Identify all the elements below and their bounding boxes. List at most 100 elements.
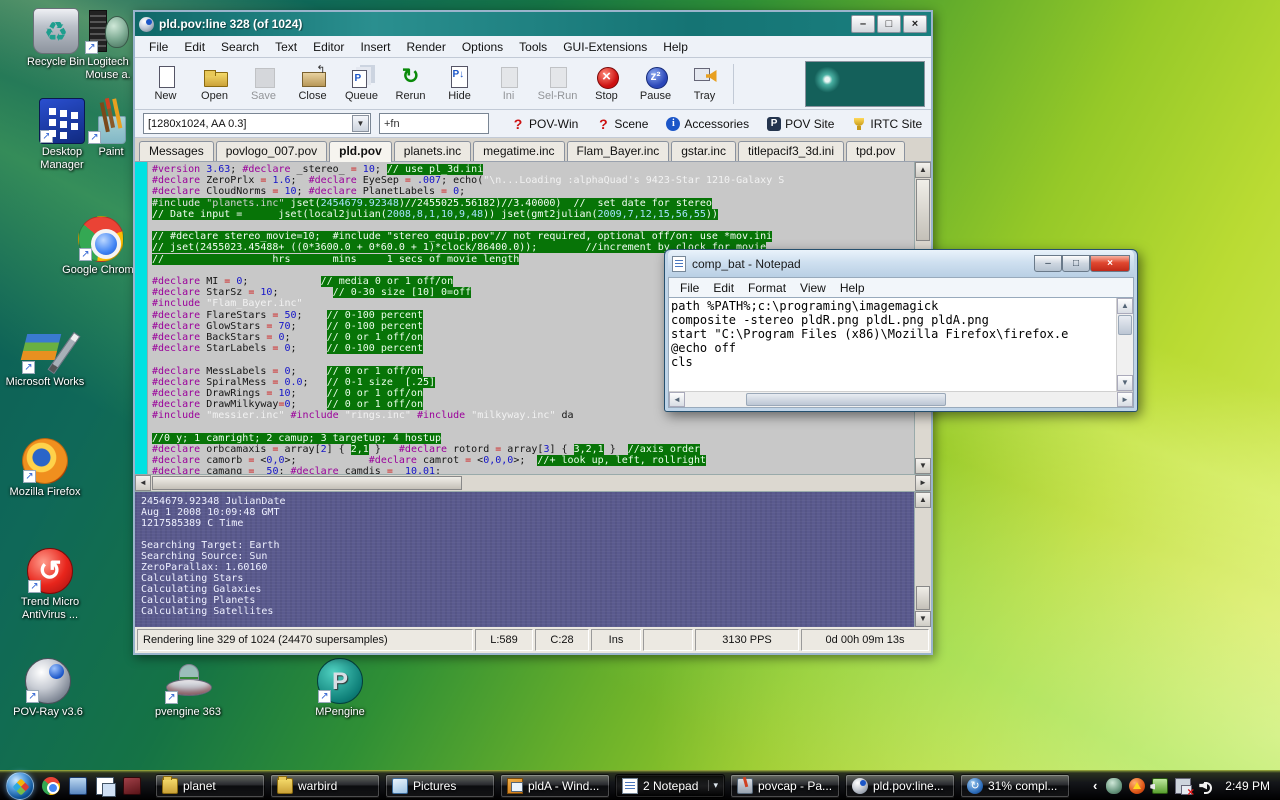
scroll-up-icon[interactable]: ▲ [915,162,931,178]
desktop-icon-trendmicro[interactable]: ↗Trend Micro AntiVirus ... [0,548,100,622]
link-scene[interactable]: Scene [596,117,648,131]
messages-vertical-scrollbar[interactable]: ▲ ▼ [914,492,931,627]
toolbar-tray-button[interactable]: Tray [680,61,729,107]
tray-mouse-icon[interactable] [1106,778,1122,794]
notepad-vscroll-thumb[interactable] [1118,315,1132,335]
taskbar-button-pictures[interactable]: Pictures [385,774,495,798]
editor-vscroll-thumb[interactable] [916,179,930,241]
scroll-up-icon[interactable]: ▲ [1117,298,1133,314]
desktop-icon-msworks[interactable]: ↗Microsoft Works [0,328,90,389]
toolbar-new-button[interactable]: New [141,61,190,107]
taskbar-button-plda-wind-[interactable]: pldA - Wind... [500,774,610,798]
scroll-left-icon[interactable]: ◄ [669,392,685,407]
tray-clock[interactable]: 2:49 PM [1221,779,1270,793]
desktop-icon-pvengine[interactable]: ↗pvengine 363 [140,658,236,719]
tray-alert-icon[interactable] [1129,778,1145,794]
notepad-menu-help[interactable]: Help [833,280,872,296]
notepad-vertical-scrollbar[interactable]: ▲ ▼ [1116,298,1133,391]
taskbar-button-2-notepad[interactable]: 2 Notepad▾ [615,774,725,798]
toolbar-rerun-button[interactable]: Rerun [386,61,435,107]
messages-vscroll-thumb[interactable] [916,586,930,610]
tray-power-icon[interactable] [1152,778,1168,794]
menu-tools[interactable]: Tools [511,38,555,56]
tab-planets-inc[interactable]: planets.inc [394,141,471,161]
quicklaunch-switch-windows-icon[interactable] [96,777,114,795]
povray-titlebar[interactable]: pld.pov:line 328 (of 1024) –□× [135,12,931,36]
taskbar: planetwarbirdPicturespldA - Wind...2 Not… [0,770,1280,800]
notepad-titlebar[interactable]: comp_bat - Notepad –□× [668,250,1134,277]
desktop-icon-mpengine[interactable]: ↗MPengine [292,658,388,719]
taskbar-button-povcap-pa-[interactable]: povcap - Pa... [730,774,840,798]
link-pov-win[interactable]: POV-Win [511,117,578,131]
toolbar-stop-button[interactable]: Stop [582,61,631,107]
notepad-menu-edit[interactable]: Edit [706,280,741,296]
link-accessories[interactable]: Accessories [666,117,749,131]
scroll-up-icon[interactable]: ▲ [915,492,931,508]
menu-render[interactable]: Render [398,38,453,56]
tab-flam_bayer-inc[interactable]: Flam_Bayer.inc [567,141,670,161]
chevron-down-icon[interactable]: ▾ [708,780,718,791]
scroll-right-icon[interactable]: ► [915,475,931,491]
toolbar-pause-button[interactable]: Pause [631,61,680,107]
desktop: Recycle Bin↗Logitech Mouse a.↗Desktop Ma… [0,0,1280,800]
minimize-button[interactable]: – [1034,255,1062,272]
tab-gstar-inc[interactable]: gstar.inc [671,141,736,161]
menu-gui-extensions[interactable]: GUI-Extensions [555,38,655,56]
menu-edit[interactable]: Edit [176,38,213,56]
scroll-down-icon[interactable]: ▼ [1117,375,1133,391]
close-button[interactable]: × [903,15,927,33]
toolbar-open-button[interactable]: Open [190,61,239,107]
notepad-menu-view[interactable]: View [793,280,833,296]
desktop-icon-povray[interactable]: ↗POV-Ray v3.6 [0,658,96,719]
command-line-input[interactable] [379,113,489,134]
menu-help[interactable]: Help [655,38,696,56]
toolbar-close-button[interactable]: Close [288,61,337,107]
notepad-menu-file[interactable]: File [673,280,706,296]
taskbar-button-planet[interactable]: planet [155,774,265,798]
taskbar-button-warbird[interactable]: warbird [270,774,380,798]
toolbar-queue-button[interactable]: Queue [337,61,386,107]
notepad-hscroll-thumb[interactable] [746,393,946,406]
desktop-icon-firefox[interactable]: ↗Mozilla Firefox [0,438,90,499]
tab-pld-pov[interactable]: pld.pov [329,141,392,162]
link-pov-site[interactable]: POV Site [767,117,834,131]
tab-titlepacif3_3d-ini[interactable]: titlepacif3_3d.ini [738,141,844,161]
menu-editor[interactable]: Editor [305,38,352,56]
tab-megatime-inc[interactable]: megatime.inc [473,141,564,161]
taskbar-button-pld-pov-line-[interactable]: pld.pov:line... [845,774,955,798]
notepad-text-area[interactable]: path %PATH%;c:\programing\imagemagickcom… [669,298,1116,391]
close-button[interactable]: × [1090,255,1130,272]
editor-horizontal-scrollbar[interactable]: ◄ ► [135,474,931,491]
quicklaunch-app-icon[interactable] [123,777,141,795]
menu-text[interactable]: Text [267,38,305,56]
resolution-combobox[interactable]: [1280x1024, AA 0.3] ▼ [143,113,371,134]
notepad-menu-format[interactable]: Format [741,280,793,296]
quicklaunch-chrome-icon[interactable] [42,777,60,795]
editor-hscroll-thumb[interactable] [152,476,462,490]
maximize-button[interactable]: □ [1062,255,1090,272]
taskbar-button-31-compl-[interactable]: 31% compl... [960,774,1070,798]
menu-file[interactable]: File [141,38,176,56]
scroll-down-icon[interactable]: ▼ [915,611,931,627]
start-button[interactable] [6,772,34,800]
toolbar-hide-button[interactable]: Hide [435,61,484,107]
menu-insert[interactable]: Insert [352,38,398,56]
notepad-horizontal-scrollbar[interactable]: ◄ ► [669,391,1133,407]
chevron-down-icon[interactable]: ▼ [352,115,369,132]
tab-povlogo_007-pov[interactable]: povlogo_007.pov [216,141,327,161]
scroll-left-icon[interactable]: ◄ [135,475,151,491]
scroll-right-icon[interactable]: ► [1117,392,1133,407]
tab-messages[interactable]: Messages [139,141,214,161]
quicklaunch-show-desktop-icon[interactable] [69,777,87,795]
tray-expand-chevron-icon[interactable]: ‹ [1091,778,1099,793]
shortcut-arrow-icon: ↗ [79,248,92,261]
menu-options[interactable]: Options [454,38,511,56]
minimize-button[interactable]: – [851,15,875,33]
menu-search[interactable]: Search [213,38,267,56]
tab-tpd-pov[interactable]: tpd.pov [846,141,905,161]
maximize-button[interactable]: □ [877,15,901,33]
tray-volume-icon[interactable] [1198,778,1214,794]
tray-network-icon[interactable] [1175,778,1191,794]
link-irtc-site[interactable]: IRTC Site [852,117,922,131]
scroll-down-icon[interactable]: ▼ [915,458,931,474]
